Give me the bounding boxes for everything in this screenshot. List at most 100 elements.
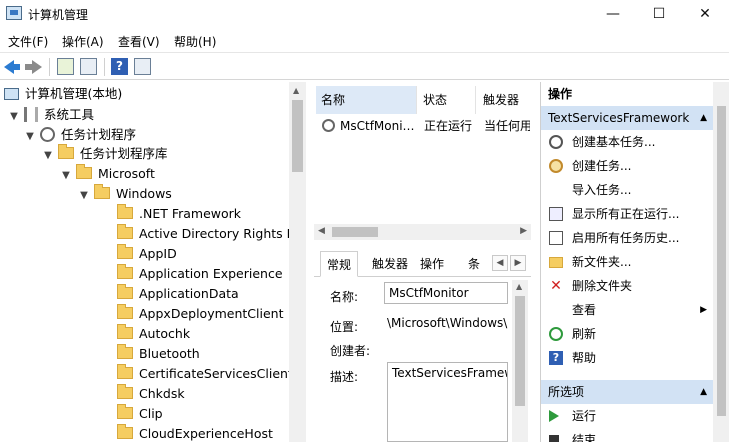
actions-section-selected[interactable]: 所选项 ▲: [541, 380, 713, 404]
tree-item-windows[interactable]: ▼ Windows: [78, 184, 172, 204]
folder-icon: [117, 404, 133, 419]
chevron-down-icon[interactable]: ▼: [78, 186, 90, 206]
folder-icon: [117, 264, 133, 279]
help-icon[interactable]: ?: [111, 58, 128, 75]
actions-pane: 操作 TextServicesFramework ▲ 创建基本任务... 创建任务…: [540, 82, 729, 442]
computer-icon: [4, 88, 19, 100]
scroll-thumb[interactable]: [717, 106, 726, 416]
tab-actions[interactable]: 操作: [414, 251, 450, 277]
folder-icon: [117, 304, 133, 319]
running-tasks-icon: [549, 207, 563, 221]
action-create-task[interactable]: 创建任务...: [541, 154, 713, 178]
details-scrollbar[interactable]: ▲: [512, 280, 528, 442]
chevron-down-icon[interactable]: ▼: [42, 146, 54, 166]
action-import-task[interactable]: 导入任务...: [541, 178, 713, 202]
forward-arrow-icon[interactable]: [25, 58, 42, 75]
action-end[interactable]: 结束: [541, 428, 713, 442]
tab-triggers[interactable]: 触发器: [366, 251, 414, 277]
tree-item-folder[interactable]: Clip: [117, 404, 163, 424]
tree-item-computer-management[interactable]: 计算机管理(本地): [4, 84, 122, 104]
back-arrow-icon[interactable]: [4, 58, 21, 75]
properties-icon[interactable]: [134, 58, 151, 75]
window-title: 计算机管理: [28, 8, 89, 22]
action-delete-folder[interactable]: ✕ 删除文件夹: [541, 274, 713, 298]
tree-item-folder[interactable]: .NET Framework: [117, 204, 241, 224]
task-list-hscrollbar[interactable]: ◀ ▶: [314, 224, 531, 240]
chevron-down-icon[interactable]: ▼: [60, 166, 72, 186]
actions-scrollbar[interactable]: [713, 82, 729, 442]
description-label: 描述:: [330, 370, 359, 384]
tab-scroll-right-icon[interactable]: ▶: [510, 255, 526, 271]
refresh-icon: [549, 327, 563, 341]
action-help[interactable]: ? 帮助: [541, 346, 713, 370]
tab-general[interactable]: 常规: [320, 251, 359, 277]
tree-scrollbar[interactable]: ▲: [289, 82, 306, 442]
folder-icon: [117, 204, 133, 219]
tree-item-folder[interactable]: Chkdsk: [117, 384, 185, 404]
author-label: 创建者:: [330, 344, 371, 358]
collapse-icon[interactable]: ▲: [700, 380, 707, 404]
tree-item-task-library[interactable]: ▼ 任务计划程序库: [42, 144, 168, 164]
task-row-trigger[interactable]: 当任何用: [484, 116, 530, 136]
actions-section-textservices[interactable]: TextServicesFramework ▲: [541, 106, 713, 130]
minimize-button[interactable]: —: [590, 0, 636, 28]
toolbar-separator: [104, 58, 105, 76]
title-bar: 计算机管理 — ☐ ✕: [0, 0, 729, 28]
tab-conditions[interactable]: 条件: [462, 251, 492, 277]
task-row-name[interactable]: MsCtfMoni…: [322, 116, 422, 136]
task-row-status[interactable]: 正在运行: [424, 116, 472, 136]
tree-item-folder[interactable]: AppxDeploymentClient: [117, 304, 283, 324]
action-show-running[interactable]: 显示所有正在运行...: [541, 202, 713, 226]
action-enable-history[interactable]: 启用所有任务历史...: [541, 226, 713, 250]
column-header-trigger[interactable]: 触发器: [478, 86, 531, 114]
tree-item-system-tools[interactable]: ▼ 系统工具: [8, 104, 94, 124]
scroll-left-icon[interactable]: ◀: [318, 226, 325, 236]
folder-icon: [94, 184, 110, 199]
column-header-status[interactable]: 状态: [418, 86, 476, 114]
scroll-up-icon[interactable]: ▲: [293, 86, 299, 95]
scroll-thumb[interactable]: [332, 227, 378, 237]
tree-item-folder[interactable]: Active Directory Rights Ma: [117, 224, 290, 244]
menu-action[interactable]: 操作(A): [62, 33, 104, 50]
scroll-thumb[interactable]: [515, 296, 525, 406]
tree-item-folder[interactable]: Application Experience: [117, 264, 283, 284]
tree-item-folder[interactable]: AppID: [117, 244, 177, 264]
collapse-icon[interactable]: ▲: [700, 106, 707, 130]
scroll-right-icon[interactable]: ▶: [520, 226, 527, 236]
scroll-up-icon[interactable]: ▲: [516, 282, 522, 291]
menu-help[interactable]: 帮助(H): [174, 33, 216, 50]
tree-item-task-scheduler[interactable]: ▼ 任务计划程序: [24, 124, 136, 144]
navigation-tree: 计算机管理(本地) ▼ 系统工具 ▼ 任务计划程序 ▼ 任务计划程序库 ▼ Micros…: [0, 82, 306, 442]
maximize-button[interactable]: ☐: [636, 0, 682, 28]
action-refresh[interactable]: 刷新: [541, 322, 713, 346]
action-view[interactable]: 查看 ▶: [541, 298, 713, 322]
tree-item-folder[interactable]: ApplicationData: [117, 284, 239, 304]
tree-item-folder[interactable]: CertificateServicesClient: [117, 364, 293, 384]
chevron-down-icon[interactable]: ▼: [8, 107, 20, 127]
task-clock-icon: [322, 119, 335, 132]
tree-item-microsoft[interactable]: ▼ Microsoft: [60, 164, 155, 184]
close-button[interactable]: ✕: [682, 0, 728, 28]
clock-icon: [40, 127, 55, 142]
menu-file[interactable]: 文件(F): [8, 33, 48, 50]
tree-item-folder[interactable]: CloudExperienceHost: [117, 424, 273, 444]
show-pane-icon[interactable]: [80, 58, 97, 75]
action-new-folder[interactable]: 新文件夹...: [541, 250, 713, 274]
description-field[interactable]: TextServicesFramew: [387, 362, 508, 442]
delete-icon: ✕: [550, 278, 562, 294]
scroll-thumb[interactable]: [292, 100, 303, 172]
tab-scroll-left-icon[interactable]: ◀: [492, 255, 508, 271]
new-folder-icon: [549, 257, 563, 268]
chevron-down-icon[interactable]: ▼: [24, 127, 36, 147]
tree-item-folder[interactable]: Bluetooth: [117, 344, 200, 364]
name-field[interactable]: MsCtfMonitor: [384, 282, 508, 304]
action-run[interactable]: 运行: [541, 404, 713, 428]
run-icon: [549, 410, 559, 422]
menu-view[interactable]: 查看(V): [118, 33, 160, 50]
column-header-name[interactable]: 名称: [316, 86, 417, 114]
folder-icon: [117, 424, 133, 439]
tree-item-folder[interactable]: Autochk: [117, 324, 190, 344]
up-folder-icon[interactable]: [57, 58, 74, 75]
action-create-basic-task[interactable]: 创建基本任务...: [541, 130, 713, 154]
computer-management-icon: [6, 6, 22, 20]
